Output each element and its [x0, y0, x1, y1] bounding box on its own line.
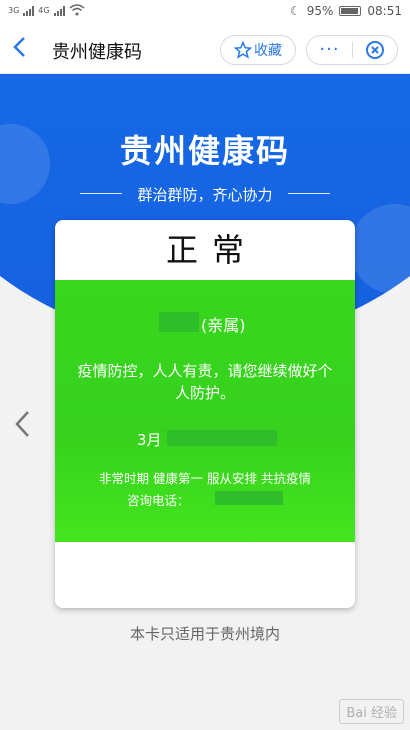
nav-bar: 贵州健康码 收藏 ··· — [0, 26, 410, 74]
signal-icon — [23, 5, 35, 16]
date-prefix: 3月 — [137, 431, 162, 449]
star-icon — [234, 41, 252, 59]
close-button[interactable] — [353, 40, 397, 60]
more-button[interactable]: ··· — [307, 35, 352, 65]
redacted-date — [167, 430, 277, 446]
hero-subtitle: 群治群防，齐心协力 — [137, 186, 273, 204]
hero-title: 贵州健康码 — [119, 132, 290, 170]
page-title: 贵州健康码 — [52, 42, 142, 63]
previous-card-button[interactable] — [14, 410, 30, 446]
favorite-button[interactable]: 收藏 — [220, 35, 296, 65]
close-circle-icon — [365, 41, 384, 59]
network-label-1: 3G — [8, 5, 20, 15]
network-label-2: 4G — [38, 5, 50, 15]
moon-icon: ☾ — [289, 4, 301, 18]
phone-label: 咨询电话： — [127, 493, 190, 508]
notice-text: 非常时期 健康第一 服从安排 共抗疫情 — [99, 471, 311, 486]
back-button[interactable] — [12, 36, 38, 64]
clock: 08:51 — [367, 4, 402, 18]
redacted-phone — [215, 491, 283, 505]
baidu-watermark: Bai 经验 — [339, 699, 404, 724]
chevron-left-icon — [15, 411, 29, 437]
favorite-label: 收藏 — [254, 43, 282, 59]
health-status: 正常 — [165, 231, 258, 269]
redacted-name — [159, 312, 199, 332]
signal-icon-2 — [53, 5, 65, 16]
battery-icon — [339, 6, 362, 16]
relation-label: (亲属) — [201, 316, 246, 335]
battery-percent: 95% — [306, 4, 334, 18]
region-note: 本卡只适用于贵州境内 — [129, 625, 280, 643]
status-bar: 3G 4G ☾ 95% 08:51 — [0, 0, 410, 26]
miniapp-capsule: ··· — [306, 35, 398, 65]
health-message: 疫情防控，人人有责，请您继续做好个人防护。 — [77, 362, 333, 402]
subtitle-line-right — [288, 193, 330, 194]
status-left: 3G 4G — [8, 4, 85, 16]
status-right: ☾ 95% 08:51 — [290, 4, 402, 18]
health-code-panel: (亲属) 疫情防控，人人有责，请您继续做好个人防护。 3月 非常时期 健康第一 … — [55, 280, 355, 542]
back-arrow-icon — [13, 37, 25, 57]
health-code-card: 正常 (亲属) 疫情防控，人人有责，请您继续做好个人防护。 3月 非常时期 健康… — [55, 220, 355, 608]
wifi-icon — [69, 4, 85, 16]
